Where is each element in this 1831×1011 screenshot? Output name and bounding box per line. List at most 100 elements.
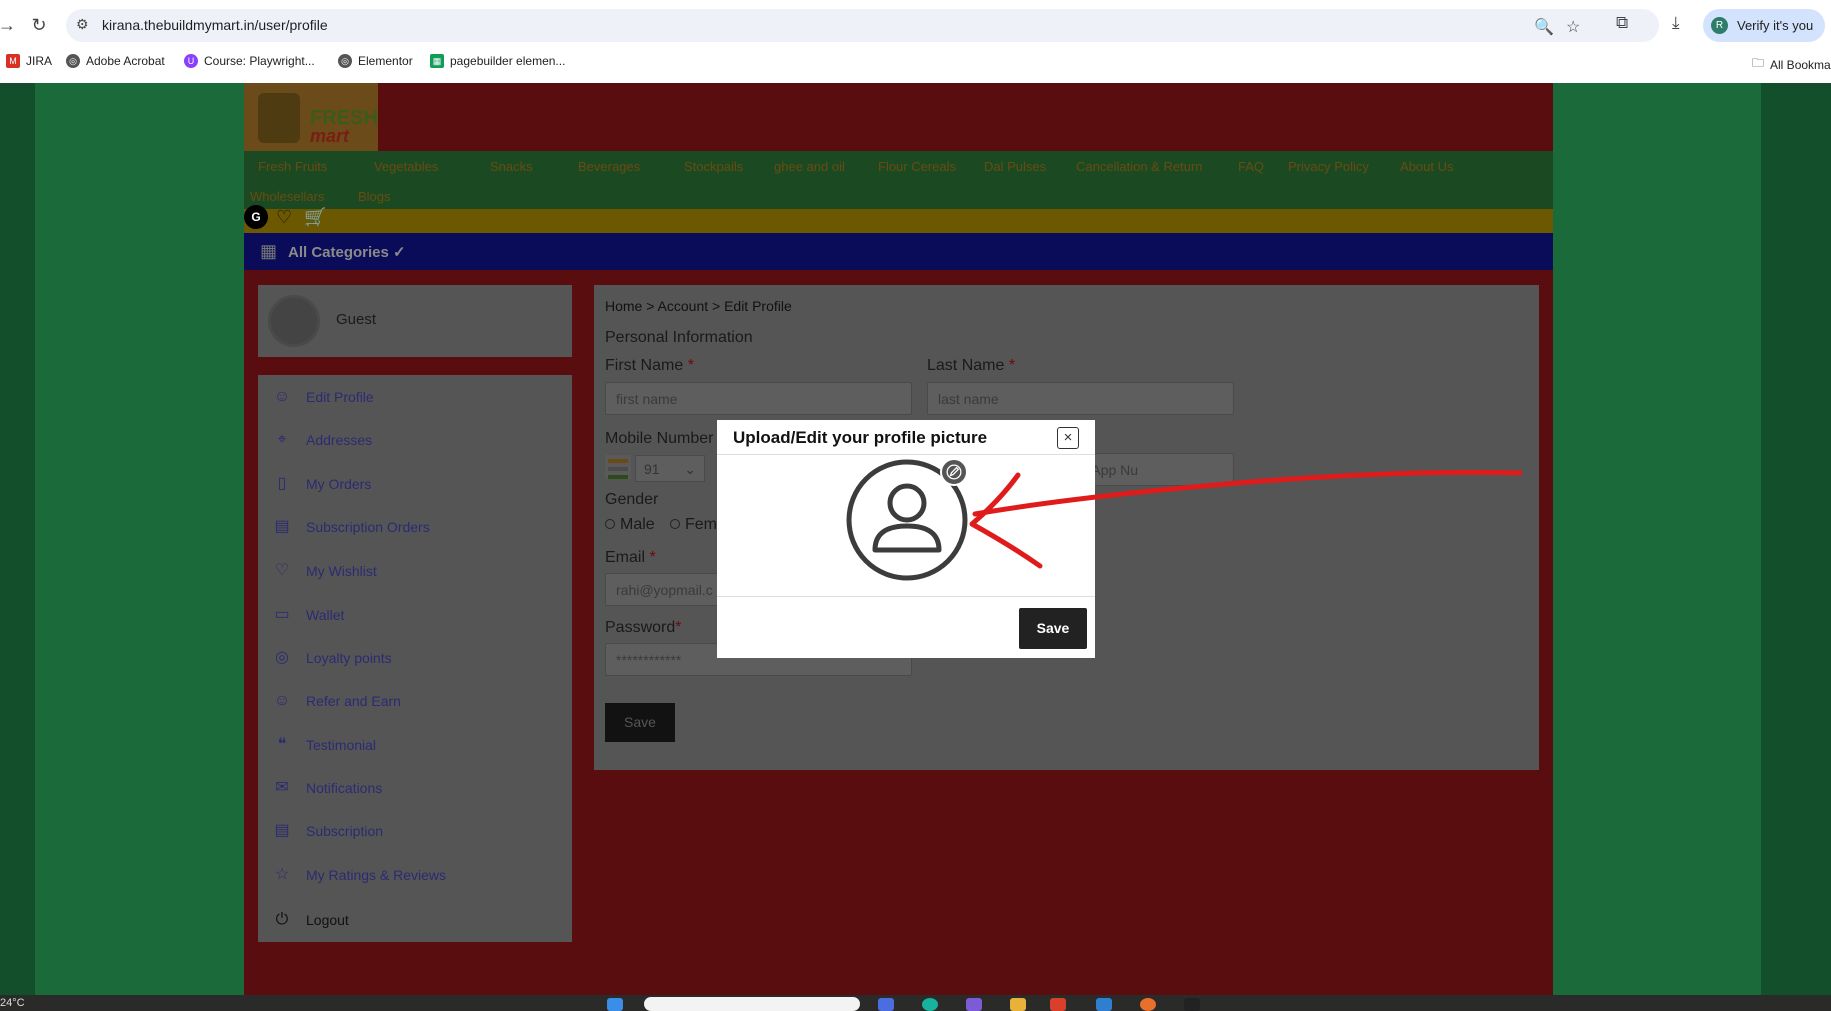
cart-icon[interactable]: 🛒 — [304, 207, 326, 228]
menu-edit-profile[interactable]: ☺ Edit Profile — [272, 387, 374, 407]
menu-wallet[interactable]: ▭ Wallet — [272, 605, 344, 625]
divider — [717, 454, 1095, 455]
form-save-button[interactable]: Save — [605, 703, 675, 742]
bookmark-pagebuilder[interactable]: ▦ pagebuilder elemen... — [430, 54, 565, 68]
app-icon[interactable] — [1140, 998, 1156, 1011]
close-button[interactable]: × — [1057, 427, 1079, 449]
profile-picture-modal: Upload/Edit your profile picture × Save — [717, 420, 1095, 658]
modal-title: Upload/Edit your profile picture — [733, 428, 988, 447]
india-flag-icon — [605, 455, 631, 479]
heart-icon: ♡ — [274, 562, 290, 579]
menu-ratings-reviews[interactable]: ☆ My Ratings & Reviews — [272, 865, 446, 885]
app-icon[interactable] — [1096, 998, 1112, 1011]
orders-icon: ▯ — [277, 475, 287, 492]
document-icon: ▤ — [274, 822, 290, 839]
zoom-icon[interactable]: 🔍 — [1534, 17, 1554, 37]
nav-item[interactable]: About Us — [1400, 159, 1453, 174]
nav-item[interactable]: Cancellation & Return — [1076, 159, 1202, 174]
app-icon[interactable] — [1050, 998, 1066, 1011]
bookmark-adobe[interactable]: ◎ Adobe Acrobat — [66, 54, 165, 68]
last-name-input[interactable]: last name — [927, 382, 1234, 415]
browser-chrome: → ↻ ⚙ kirana.thebuildmymart.in/user/prof… — [0, 0, 1831, 83]
logout-icon: ⏻ — [275, 911, 289, 928]
extensions-icon[interactable]: ⧉ — [1616, 13, 1628, 33]
site-info-icon[interactable]: ⚙ — [76, 16, 89, 33]
os-taskbar: 24°C — [0, 995, 1831, 1011]
profile-avatar: R — [1711, 17, 1728, 34]
gmail-icon: M — [6, 54, 20, 68]
download-icon[interactable]: ⤓ — [1672, 13, 1680, 33]
breadcrumb: Home > Account > Edit Profile — [605, 298, 792, 314]
site-logo[interactable]: FRESH mart — [244, 83, 378, 151]
course-icon: U — [184, 54, 198, 68]
nav-item[interactable]: FAQ — [1238, 159, 1264, 174]
modal-save-button[interactable]: Save — [1019, 608, 1087, 649]
start-icon[interactable] — [607, 998, 623, 1011]
all-categories-bar[interactable]: ▦ All Categories ✓ — [244, 233, 1553, 270]
user-icon-bar: G ♡ 🛒 — [244, 205, 1553, 233]
nav-item[interactable]: Snacks — [490, 159, 533, 174]
bookmark-elementor[interactable]: ◎ Elementor — [338, 54, 413, 68]
globe-icon: ◎ — [338, 54, 352, 68]
page-background-left — [0, 83, 35, 995]
category-nav: Fresh Fruits Vegetables Snacks Beverages… — [244, 151, 1553, 209]
taskbar-search[interactable] — [644, 997, 860, 1011]
divider — [717, 596, 1095, 597]
nav-item[interactable]: Stockpails — [684, 159, 743, 174]
globe-icon: ◎ — [66, 54, 80, 68]
address-row: → ↻ ⚙ kirana.thebuildmymart.in/user/prof… — [0, 4, 1831, 46]
app-icon[interactable] — [1184, 998, 1200, 1011]
country-code-select[interactable]: 91 ⌄ — [635, 455, 705, 482]
edit-pencil-icon[interactable] — [940, 458, 968, 486]
menu-subscription[interactable]: ▤ Subscription — [272, 821, 383, 841]
folder-icon[interactable] — [1010, 998, 1026, 1011]
first-name-label: First Name * — [605, 357, 694, 374]
menu-logout[interactable]: ⏻ Logout — [272, 910, 349, 930]
app-icon[interactable] — [878, 998, 894, 1011]
gender-male-radio[interactable]: Male — [605, 516, 655, 534]
nav-item[interactable]: Fresh Fruits — [258, 159, 327, 174]
all-bookmarks[interactable]: 🗀 All Bookma — [1752, 54, 1831, 75]
nav-item[interactable]: Vegetables — [374, 159, 438, 174]
account-menu: ☺ Edit Profile ⌖ Addresses ▯ My Orders ▤ Sub… — [258, 375, 572, 942]
bookmark-playwright[interactable]: U Course: Playwright... — [184, 54, 315, 68]
nav-item[interactable]: Privacy Policy — [1288, 159, 1369, 174]
last-name-label: Last Name * — [927, 357, 1016, 374]
menu-notifications[interactable]: ✉ Notifications — [272, 778, 382, 798]
nav-item[interactable]: Dal Pulses — [984, 159, 1046, 174]
menu-subscription-orders[interactable]: ▤ Subscription Orders — [272, 517, 429, 537]
app-icon[interactable] — [922, 998, 938, 1011]
user-avatar[interactable]: G — [244, 205, 268, 229]
password-label: Password* — [605, 619, 682, 636]
menu-loyalty-points[interactable]: ◎ Loyalty points — [272, 648, 392, 668]
url-text[interactable]: kirana.thebuildmymart.in/user/profile — [102, 17, 328, 33]
nav-item[interactable]: Wholesellars — [250, 189, 324, 204]
heart-icon[interactable]: ♡ — [276, 207, 292, 228]
nav-item[interactable]: Flour Cereals — [878, 159, 956, 174]
location-pin-icon: ⌖ — [277, 431, 287, 448]
address-bar[interactable]: ⚙ kirana.thebuildmymart.in/user/profile … — [66, 9, 1659, 42]
menu-my-orders[interactable]: ▯ My Orders — [272, 474, 372, 494]
mobile-label: Mobile Number — [605, 430, 714, 447]
menu-addresses[interactable]: ⌖ Addresses — [272, 430, 372, 450]
nav-item[interactable]: Beverages — [578, 159, 640, 174]
gender-label: Gender — [605, 491, 659, 508]
nav-item[interactable]: ghee and oil — [774, 159, 845, 174]
reload-icon[interactable]: ↻ — [28, 14, 50, 36]
menu-my-wishlist[interactable]: ♡ My Wishlist — [272, 561, 377, 581]
gender-female-radio[interactable]: Fem — [670, 516, 717, 534]
app-icon[interactable] — [966, 998, 982, 1011]
coins-icon: ◎ — [275, 649, 289, 666]
bookmark-star-icon[interactable]: ☆ — [1566, 17, 1580, 37]
nav-item[interactable]: Blogs — [358, 189, 391, 204]
verify-identity-button[interactable]: R Verify it's you — [1703, 9, 1825, 42]
section-title: Personal Information — [605, 329, 753, 346]
user-icon: ☺ — [273, 388, 291, 405]
first-name-input[interactable]: first name — [605, 382, 912, 415]
bookmarks-bar: M JIRA ◎ Adobe Acrobat U Course: Playwright… — [0, 50, 1831, 76]
menu-refer-and-earn[interactable]: ☺ Refer and Earn — [272, 691, 401, 711]
bookmark-jira[interactable]: M JIRA — [6, 54, 52, 68]
forward-icon[interactable]: → — [0, 14, 18, 36]
menu-testimonial[interactable]: ❝ Testimonial — [272, 735, 376, 755]
folder-icon: 🗀 — [1752, 56, 1765, 70]
